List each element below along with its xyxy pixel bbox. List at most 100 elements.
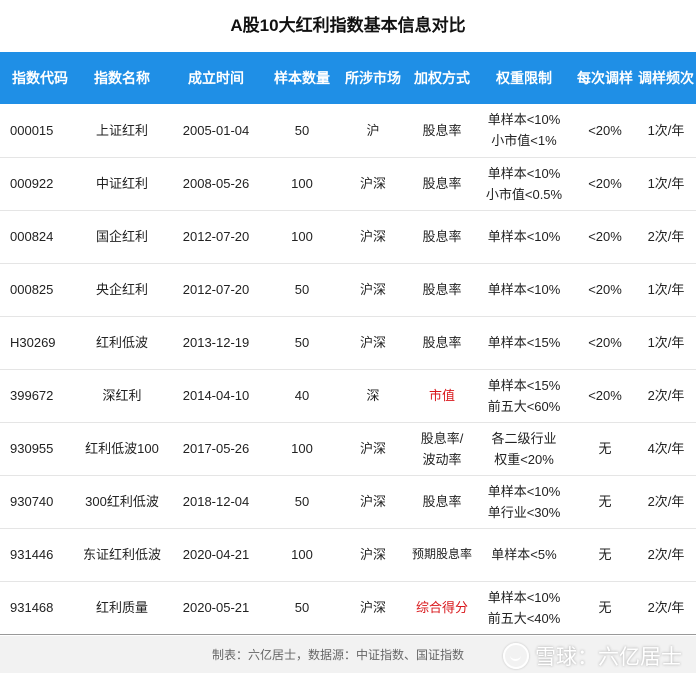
index-comparison-table: 指数代码 指数名称 成立时间 样本数量 所涉市场 加权方式 权重限制 每次调样 调样频次 000… — [0, 52, 696, 635]
cell-adjust-ratio: 无 — [598, 494, 612, 509]
column-header: 成立时间 — [188, 70, 244, 86]
cell-market: 沪深 — [359, 229, 386, 244]
cell-establish-date: 2012-07-20 — [182, 229, 250, 244]
weighting-line: 预期股息率 — [411, 547, 472, 561]
weight-limit-line: 单样本<10% — [487, 483, 561, 499]
cell-weight-limit: 单样本<15% — [474, 316, 574, 369]
cell-market: 沪深 — [359, 547, 386, 562]
cell-adjust-frequency: 2次/年 — [647, 547, 685, 562]
table-row: 930740 300红利低波 2018-12-04 50 沪深 股息率 单样本<10% 单行业… — [0, 475, 696, 528]
cell-weight-limit: 单样本<15% 前五大<60% — [474, 369, 574, 422]
weighting-line: 股息率 — [422, 335, 462, 350]
cell-index-code: 930740 — [10, 494, 54, 509]
weight-limit-line: 前五大<40% — [487, 610, 561, 626]
watermark-text: 雪球：六亿居士 — [535, 646, 682, 669]
weight-limit-line: 单样本<10% — [487, 589, 561, 605]
cell-adjust-ratio: 无 — [598, 600, 612, 615]
watermark: 雪球：六亿居士 — [503, 641, 682, 671]
table-row: 000015 上证红利 2005-01-04 50 沪 股息率 单样本<10% 小市值<1% <… — [0, 104, 696, 157]
cell-index-name: 央企红利 — [95, 282, 148, 297]
cell-adjust-ratio: <20% — [588, 176, 622, 191]
cell-adjust-ratio: <20% — [588, 388, 622, 403]
cell-weight-limit: 单样本<10% — [474, 263, 574, 316]
weighting-line: 股息率 — [422, 282, 462, 297]
table-row: 000825 央企红利 2012-07-20 50 沪深 股息率 单样本<10% <20% 1次… — [0, 263, 696, 316]
weighting-line: 股息率 — [422, 229, 462, 244]
weight-limit-line: 前五大<60% — [487, 398, 561, 414]
column-header: 样本数量 — [274, 70, 330, 86]
cell-market: 沪深 — [359, 441, 386, 456]
cell-adjust-frequency: 1次/年 — [647, 335, 685, 350]
cell-weighting: 股息率 — [410, 475, 474, 528]
cell-establish-date: 2018-12-04 — [182, 494, 250, 509]
cell-index-code: 930955 — [10, 441, 54, 456]
cell-market: 沪深 — [359, 335, 386, 350]
cell-weighting: 股息率 — [410, 316, 474, 369]
cell-adjust-frequency: 2次/年 — [647, 494, 685, 509]
cell-adjust-frequency: 1次/年 — [647, 122, 685, 138]
table-row: 931468 红利质量 2020-05-21 50 沪深 综合得分 单样本<10% 前五大<4… — [0, 581, 696, 634]
weighting-line: 综合得分 — [415, 600, 468, 615]
column-header: 所涉市场 — [345, 70, 401, 86]
cell-index-name: 中证红利 — [95, 176, 148, 191]
cell-market: 沪深 — [359, 176, 386, 191]
cell-adjust-frequency: 2次/年 — [647, 229, 685, 244]
column-header: 调样频次 — [638, 70, 694, 86]
weight-limit-line: 小市值<1% — [491, 133, 557, 149]
column-header: 加权方式 — [414, 70, 470, 86]
table-row: 930955 红利低波100 2017-05-26 100 沪深 股息率/波动率 各二级行业… — [0, 422, 696, 475]
cell-weighting: 股息率 — [410, 104, 474, 157]
cell-sample-count: 50 — [294, 335, 310, 350]
table-row: 399672 深红利 2014-04-10 40 深 市值 单样本<15% 前五大<60% <2… — [0, 369, 696, 422]
cell-adjust-ratio: 无 — [598, 547, 612, 562]
cell-sample-count: 50 — [294, 122, 310, 138]
weight-limit-line: 单样本<15% — [487, 335, 561, 350]
cell-adjust-ratio: 无 — [598, 441, 612, 456]
cell-establish-date: 2014-04-10 — [182, 388, 250, 403]
cell-index-code: 931446 — [10, 547, 54, 562]
cell-sample-count: 100 — [291, 176, 313, 191]
column-header: 指数名称 — [94, 70, 150, 86]
cell-weight-limit: 单样本<10% — [474, 210, 574, 263]
weight-limit-line: 各二级行业 — [491, 430, 557, 446]
cell-weight-limit: 单样本<10% 前五大<40% — [474, 581, 574, 634]
cell-sample-count: 50 — [294, 600, 310, 615]
cell-establish-date: 2020-04-21 — [182, 547, 250, 562]
cell-index-name: 东证红利低波 — [82, 547, 161, 562]
weighting-line: 股息率 — [422, 176, 462, 191]
cell-sample-count: 100 — [291, 547, 313, 562]
cell-sample-count: 40 — [294, 388, 310, 403]
weighting-line: 股息率/ — [420, 430, 464, 446]
cell-market: 沪深 — [359, 282, 386, 297]
weight-limit-line: 单样本<10% — [487, 165, 561, 181]
cell-index-code: 000824 — [10, 229, 54, 244]
weight-limit-line: 单样本<5% — [491, 547, 557, 562]
cell-market: 深 — [366, 388, 380, 403]
cell-sample-count: 100 — [291, 441, 313, 456]
table-row: 000824 国企红利 2012-07-20 100 沪深 股息率 单样本<10% <20% 2… — [0, 210, 696, 263]
table-row: 000922 中证红利 2008-05-26 100 沪深 股息率 单样本<10% 小市值<0… — [0, 157, 696, 210]
cell-index-name: 300红利低波 — [85, 494, 159, 509]
weighting-line: 股息率 — [422, 494, 462, 509]
column-header: 指数代码 — [12, 70, 68, 86]
table-row: 931446 东证红利低波 2020-04-21 100 沪深 预期股息率 单样本<5% 无 2… — [0, 528, 696, 581]
cell-weight-limit: 单样本<10% 小市值<1% — [474, 104, 574, 157]
footer: 制表：六亿居士，数据源：中证指数、国证指数 雪球：六亿居士 — [0, 636, 696, 673]
cell-weighting: 市值 — [410, 369, 474, 422]
cell-adjust-frequency: 1次/年 — [647, 176, 685, 191]
weighting-line: 波动率 — [422, 451, 462, 467]
weight-limit-line: 单样本<15% — [487, 377, 561, 393]
weight-limit-line: 权重<20% — [494, 451, 554, 467]
weight-limit-line: 单样本<10% — [487, 112, 561, 128]
cell-index-name: 红利低波 — [95, 335, 148, 350]
weight-limit-line: 单行业<30% — [487, 504, 561, 520]
cell-adjust-ratio: <20% — [588, 122, 622, 138]
weighting-line: 市值 — [428, 388, 455, 403]
column-header: 每次调样 — [577, 70, 633, 86]
cell-market: 沪深 — [359, 494, 386, 509]
page-title: A股10大红利指数基本信息对比 — [230, 16, 466, 35]
cell-adjust-frequency: 4次/年 — [647, 441, 685, 456]
weighting-line: 股息率 — [422, 122, 462, 138]
cell-index-code: H30269 — [10, 335, 56, 350]
cell-index-code: 000825 — [10, 282, 54, 297]
